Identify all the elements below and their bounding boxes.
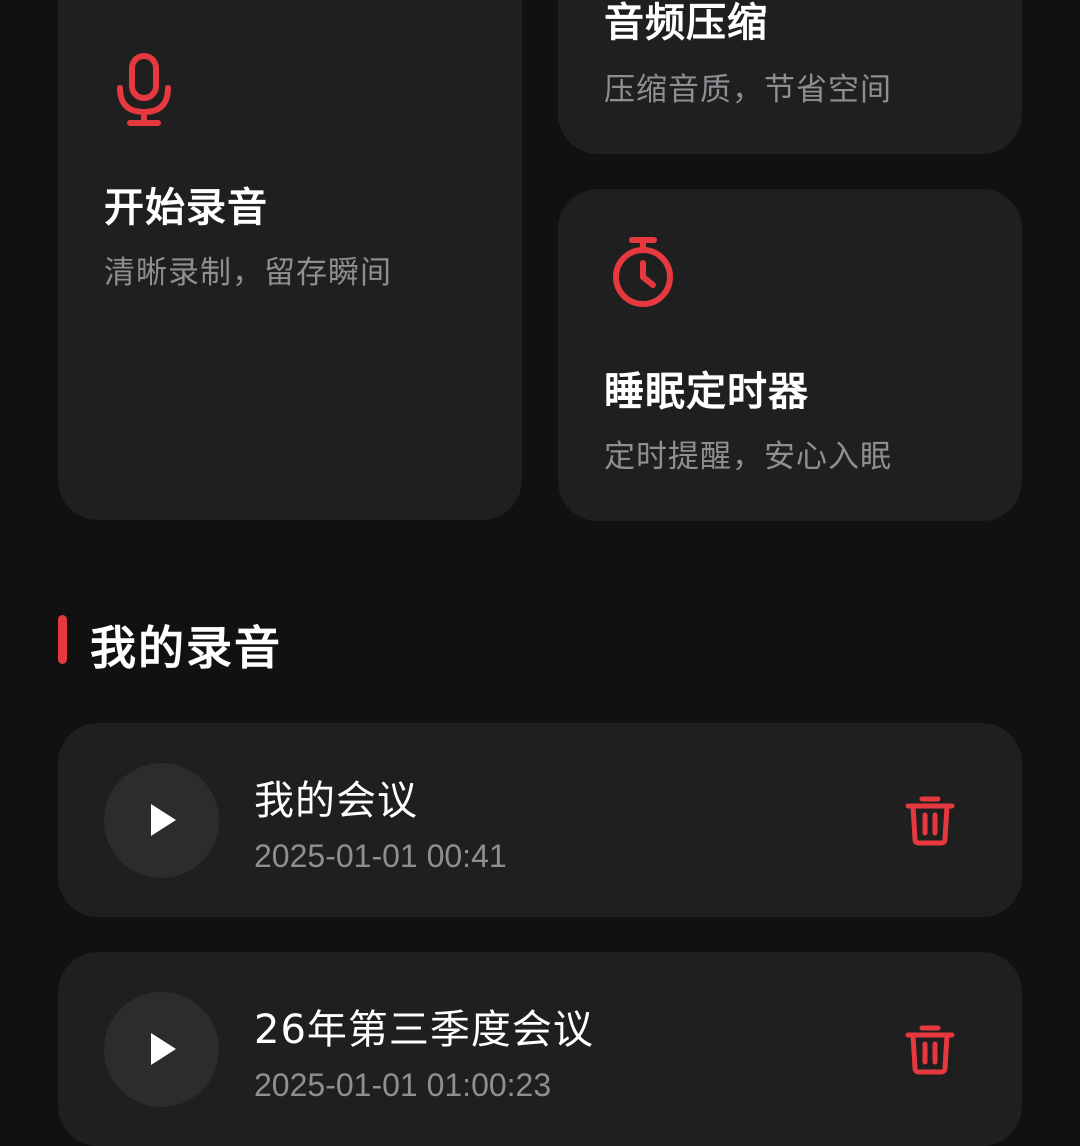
recording-timestamp: 2025-01-01 00:41: [254, 838, 507, 874]
feature-desc-sleep-timer: 定时提醒，安心入眠: [604, 439, 892, 475]
feature-title-audio-compression: 音频压缩: [604, 0, 768, 46]
play-icon: [151, 1033, 176, 1065]
recording-timestamp: 2025-01-01 01:00:23: [254, 1067, 552, 1103]
recording-title: 我的会议: [254, 778, 418, 824]
microphone-icon: [117, 53, 171, 126]
feature-desc-start-recording: 清晰录制，留存瞬间: [104, 255, 392, 291]
recording-item[interactable]: 26年第三季度会议 2025-01-01 01:00:23: [58, 952, 1022, 1146]
play-button[interactable]: [104, 763, 219, 878]
stopwatch-icon: [613, 237, 673, 307]
section-title-my-recordings: 我的录音: [90, 621, 282, 675]
play-icon: [151, 804, 176, 836]
play-button[interactable]: [104, 992, 219, 1107]
audio-compression-card[interactable]: 音频压缩 压缩音质，节省空间: [558, 0, 1022, 154]
sleep-timer-card[interactable]: 睡眠定时器 定时提醒，安心入眠: [558, 189, 1022, 521]
section-accent-bar: [58, 615, 67, 664]
feature-desc-audio-compression: 压缩音质，节省空间: [604, 72, 892, 108]
recording-title: 26年第三季度会议: [254, 1007, 594, 1053]
trash-icon[interactable]: [904, 1024, 956, 1076]
trash-icon[interactable]: [904, 795, 956, 847]
recording-item[interactable]: 我的会议 2025-01-01 00:41: [58, 723, 1022, 917]
start-recording-card[interactable]: 开始录音 清晰录制，留存瞬间: [58, 0, 522, 520]
feature-title-start-recording: 开始录音: [104, 185, 268, 231]
feature-title-sleep-timer: 睡眠定时器: [604, 369, 809, 415]
